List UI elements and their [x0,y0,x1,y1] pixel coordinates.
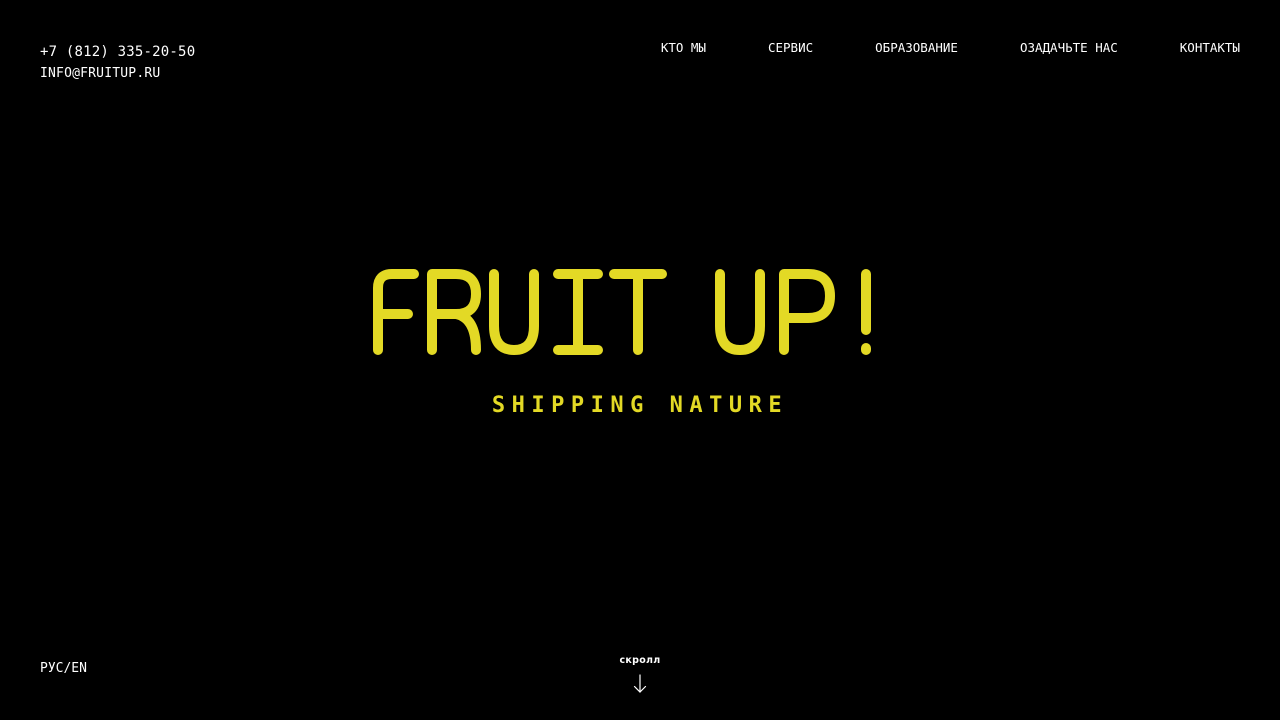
phone-link[interactable]: +7 (812) 335-20-50 [40,44,195,60]
email-link[interactable]: INFO@FRUITUP.RU [40,66,160,81]
nav-item-service[interactable]: СЕРВИС [768,40,813,55]
tagline: SHIPPING NATURE [491,393,789,418]
nav-item-education[interactable]: ОБРАЗОВАНИЕ [875,40,958,55]
arrow-down-icon [633,674,647,693]
contact-info: +7 (812) 335-20-50 INFO@FRUITUP.RU [40,42,195,84]
logo [0,262,1280,362]
nav-item-about[interactable]: КТО МЫ [661,40,706,55]
scroll-indicator[interactable]: скролл [600,655,680,694]
nav-item-challenge-us[interactable]: ОЗАДАЧЬТЕ НАС [1020,40,1118,55]
language-switcher[interactable]: РУС/EN [40,661,87,676]
fruit-up-logo [373,269,871,355]
hero [0,262,1280,362]
nav-item-contacts[interactable]: КОНТАКТЫ [1180,40,1240,55]
scroll-label: скролл [619,655,661,666]
main-nav: КТО МЫ СЕРВИС ОБРАЗОВАНИЕ ОЗАДАЧЬТЕ НАС … [661,40,1240,55]
